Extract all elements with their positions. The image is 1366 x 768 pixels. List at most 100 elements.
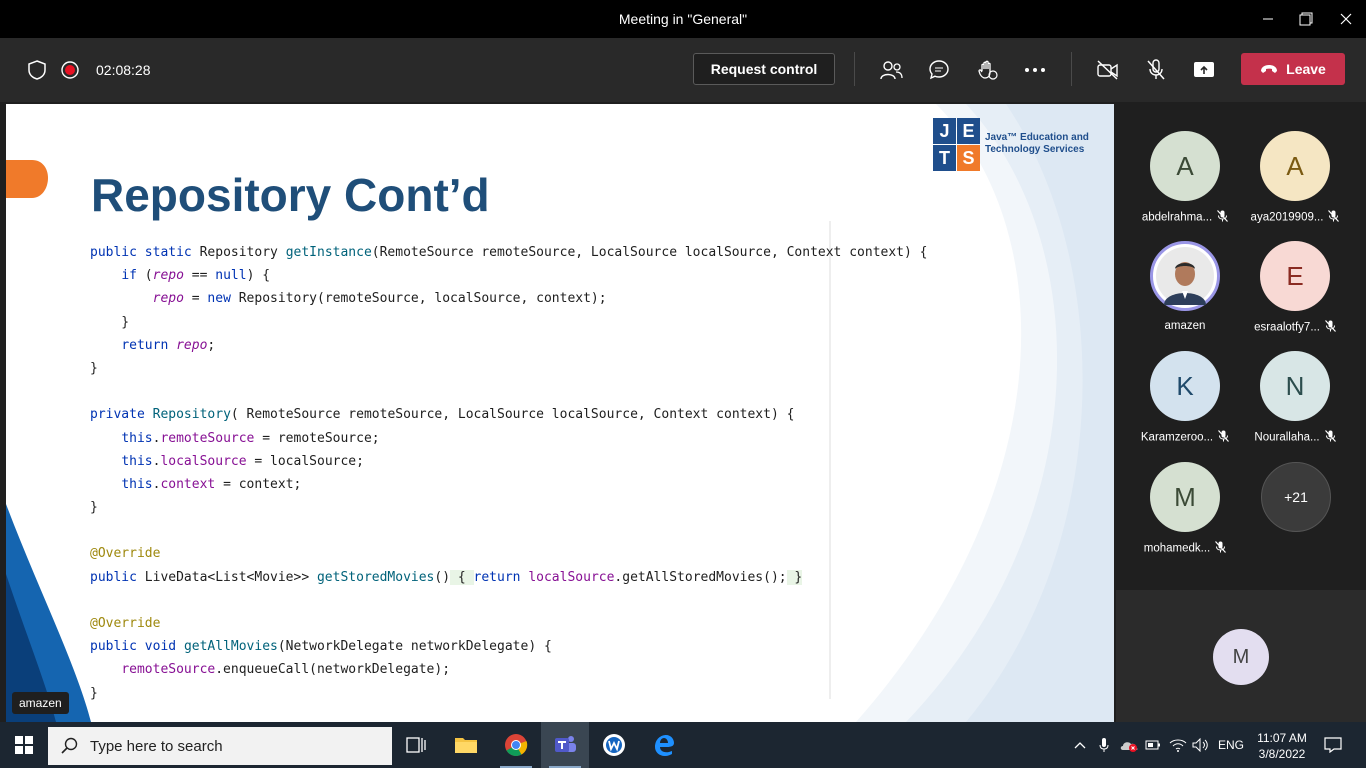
recording-icon	[58, 58, 82, 82]
participant-tile[interactable]: Aaya2019909...	[1240, 131, 1350, 239]
participant-name: abdelrahma...	[1130, 210, 1240, 225]
taskbar-teams[interactable]	[541, 722, 589, 768]
self-avatar[interactable]: M	[1213, 629, 1269, 685]
window-title-bar: Meeting in "General"	[0, 0, 1366, 38]
leave-button[interactable]: Leave	[1241, 53, 1345, 85]
mic-muted-icon[interactable]	[1144, 58, 1168, 82]
toolbar-divider	[854, 52, 855, 86]
participant-name: amazen	[1130, 320, 1240, 332]
microphone-tray-icon[interactable]	[1095, 722, 1113, 768]
participant-name: Nourallaha...	[1240, 430, 1350, 445]
close-window-button[interactable]	[1326, 0, 1366, 38]
code-line: this.context = context;	[121, 476, 302, 492]
slide-title: Repository Cont’d	[91, 169, 490, 221]
code-line: repo = new Repository(remoteSource, loca…	[152, 291, 607, 307]
logo-letter: T	[933, 145, 956, 171]
code-line: this.localSource = localSource;	[121, 453, 364, 469]
code-line: private Repository( RemoteSource remoteS…	[90, 407, 795, 423]
mic-muted-icon	[1328, 210, 1340, 225]
input-language[interactable]: ENG	[1214, 722, 1248, 768]
participants-icon[interactable]	[879, 58, 903, 82]
shield-icon[interactable]	[25, 58, 49, 82]
participant-avatar: A	[1150, 131, 1220, 201]
mic-muted-icon	[1324, 430, 1336, 445]
task-view-button[interactable]	[392, 722, 440, 768]
request-control-button[interactable]: Request control	[693, 53, 835, 85]
participant-tile[interactable]: N Nourallaha...	[1240, 351, 1350, 459]
participant-name: Karamzeroo...	[1130, 430, 1240, 445]
camera-off-icon[interactable]	[1096, 58, 1120, 82]
logo-text-line: Java™ Education and	[985, 132, 1089, 143]
onedrive-error-icon[interactable]	[1118, 722, 1140, 768]
phone-hangup-icon	[1261, 65, 1278, 73]
participant-avatar: N	[1260, 351, 1330, 421]
window-title: Meeting in "General"	[618, 11, 748, 27]
code-block: public static Repository getInstance(Rem…	[90, 241, 927, 705]
clock-time: 11:07 AM	[1257, 731, 1307, 745]
logo-letter: J	[933, 118, 956, 144]
task-view-icon	[406, 737, 426, 753]
code-line: remoteSource.enqueueCall(networkDelegate…	[121, 662, 451, 678]
code-line: public void getAllMovies(NetworkDelegate…	[90, 639, 552, 655]
logo-letter: S	[957, 145, 980, 171]
participant-tile[interactable]: Mmohamedk...	[1130, 462, 1240, 570]
mic-muted-icon	[1324, 320, 1336, 335]
show-hidden-icons[interactable]	[1070, 722, 1090, 768]
code-line: public LiveData<List<Movie>> getStoredMo…	[90, 569, 803, 585]
toolbar-divider	[1071, 52, 1072, 86]
taskbar-edge[interactable]	[640, 722, 688, 768]
code-line: this.remoteSource = remoteSource;	[121, 430, 380, 446]
close-icon	[1340, 13, 1352, 25]
start-button[interactable]	[0, 722, 48, 768]
code-line: return repo;	[121, 337, 216, 353]
restore-icon	[1299, 12, 1313, 26]
shared-screen-slide: J E T S Java™ Education and Technology S…	[6, 104, 1114, 722]
volume-icon[interactable]	[1190, 722, 1212, 768]
presenter-name-tag: amazen	[12, 692, 69, 714]
participant-name-text: aya2019909...	[1250, 211, 1324, 224]
taskbar-chrome[interactable]	[492, 722, 540, 768]
taskbar-file-explorer[interactable]	[442, 722, 490, 768]
taskbar-clock[interactable]: 11:07 AM 3/8/2022	[1250, 730, 1314, 762]
search-icon	[61, 737, 78, 754]
more-options-icon[interactable]	[1023, 58, 1047, 82]
participant-tile[interactable]: amazen	[1130, 241, 1240, 349]
participant-name-text: abdelrahma...	[1141, 211, 1213, 224]
minimize-button[interactable]	[1248, 0, 1288, 38]
participant-name: mohamedk...	[1130, 541, 1240, 556]
meeting-toolbar: 02:08:28 Request control Leave	[0, 38, 1366, 102]
logo-text-line: Technology Services	[985, 144, 1085, 155]
search-placeholder: Type here to search	[90, 737, 223, 755]
wifi-icon[interactable]	[1167, 722, 1189, 768]
teams-icon	[555, 736, 576, 752]
participant-tile[interactable]: Eesraalotfy7...	[1240, 241, 1350, 349]
battery-icon[interactable]	[1143, 722, 1163, 768]
participant-tile[interactable]: Aabdelrahma...	[1130, 131, 1240, 239]
notifications-button[interactable]	[1318, 722, 1348, 768]
taskbar-search-box[interactable]: Type here to search	[48, 727, 392, 765]
code-line: if (repo == null) {	[121, 268, 271, 284]
chat-icon[interactable]	[927, 58, 951, 82]
raise-hand-icon[interactable]	[975, 58, 999, 82]
jets-logo-mark: J E T S	[933, 118, 980, 171]
leave-label: Leave	[1286, 61, 1326, 77]
maximize-button[interactable]	[1286, 0, 1326, 38]
participant-avatar: A	[1260, 131, 1330, 201]
code-line: public static Repository getInstance(Rem…	[90, 245, 928, 260]
meeting-timer: 02:08:28	[96, 62, 151, 78]
taskbar-app[interactable]	[590, 722, 638, 768]
mic-muted-icon	[1218, 430, 1230, 445]
minimize-icon	[1263, 18, 1273, 20]
logo-text: Java™ Education and Technology Services	[985, 132, 1089, 156]
folder-icon	[455, 738, 477, 753]
app-icon	[603, 734, 625, 756]
windows-taskbar: Type here to search ENG 11:07 AM 3/8/202…	[0, 722, 1366, 768]
participant-tile[interactable]: K Karamzeroo...	[1130, 351, 1240, 459]
code-line: }	[90, 314, 130, 330]
participant-avatar: M	[1150, 462, 1220, 532]
more-participants-button[interactable]: +21	[1261, 462, 1331, 532]
share-screen-icon[interactable]	[1192, 58, 1216, 82]
